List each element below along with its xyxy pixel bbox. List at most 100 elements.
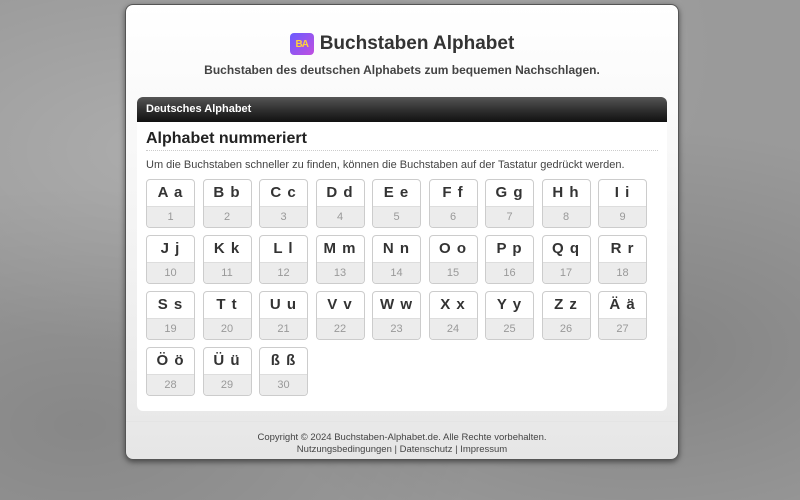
letter-tile[interactable]: L l 12: [259, 235, 308, 284]
letter-number: 5: [373, 206, 420, 227]
letter-label: U u: [269, 296, 298, 313]
letter-number: 3: [260, 206, 307, 227]
panel-body: Alphabet nummeriert Um die Buchstaben sc…: [137, 122, 667, 396]
copyright-text: Copyright © 2024 Buchstaben-Alphabet.de.…: [257, 432, 547, 443]
main-card: BA Buchstaben Alphabet Buchstaben des de…: [125, 4, 679, 460]
footer-separator: |: [394, 444, 397, 455]
letter-number: 26: [542, 318, 590, 339]
letter-tile[interactable]: P p 16: [485, 235, 534, 284]
site-footer: Copyright © 2024 Buchstaben-Alphabet.de.…: [126, 421, 678, 456]
letter-tile[interactable]: J j 10: [146, 235, 195, 284]
letter-label: W w: [380, 296, 413, 313]
letter-number: 27: [599, 318, 646, 339]
letter-tile[interactable]: T t 20: [202, 291, 252, 340]
letter-number: 21: [260, 318, 307, 339]
letter-number: 29: [203, 374, 251, 395]
section-title: Alphabet nummeriert: [146, 130, 658, 151]
letter-number: 24: [429, 318, 477, 339]
letter-label: S s: [157, 296, 184, 313]
letter-label: O o: [439, 240, 467, 257]
letter-tile[interactable]: Y y 25: [485, 291, 534, 340]
letter-number: 6: [429, 206, 477, 227]
title-row: BA Buchstaben Alphabet: [126, 33, 678, 55]
letter-label: M m: [323, 240, 357, 257]
letter-number: 16: [486, 262, 533, 283]
letter-tile[interactable]: Z z 26: [541, 291, 591, 340]
letter-label: L l: [273, 240, 294, 257]
letter-tile[interactable]: Ü ü 29: [202, 347, 252, 396]
letter-number: 22: [316, 318, 364, 339]
section-description: Um die Buchstaben schneller zu finden, k…: [146, 159, 625, 171]
letter-tile[interactable]: M m 13: [315, 235, 365, 284]
letter-number: 13: [316, 262, 364, 283]
letter-label: A a: [157, 184, 184, 201]
letter-number: 25: [486, 318, 533, 339]
letter-label: E e: [383, 184, 410, 201]
letter-number: 30: [260, 374, 307, 395]
letter-tile[interactable]: W w 23: [372, 291, 421, 340]
letter-tile[interactable]: C c 3: [259, 179, 308, 228]
letter-label: F f: [442, 184, 464, 201]
letter-number: 19: [147, 318, 194, 339]
letter-tile[interactable]: E e 5: [372, 179, 421, 228]
letter-tile[interactable]: Ä ä 27: [598, 291, 647, 340]
letter-tile[interactable]: U u 21: [259, 291, 308, 340]
letter-tile[interactable]: K k 11: [202, 235, 252, 284]
letter-tile[interactable]: S s 19: [146, 291, 195, 340]
letter-label: K k: [213, 240, 241, 257]
letter-label: Ä ä: [609, 296, 636, 313]
letter-label: V v: [327, 296, 353, 313]
letter-tile[interactable]: D d 4: [315, 179, 365, 228]
letter-tile[interactable]: ß ß 30: [259, 347, 308, 396]
letter-label: R r: [610, 240, 635, 257]
letter-tile[interactable]: R r 18: [598, 235, 647, 284]
letter-number: 7: [486, 206, 533, 227]
site-logo-icon[interactable]: BA: [289, 33, 314, 55]
letter-label: D d: [326, 184, 354, 201]
letter-label: N n: [382, 240, 411, 257]
letter-number: 9: [599, 206, 646, 227]
letter-number: 23: [373, 318, 420, 339]
site-title[interactable]: Buchstaben Alphabet: [320, 33, 515, 55]
letter-tile[interactable]: G g 7: [485, 179, 534, 228]
letter-label: Y y: [496, 296, 523, 313]
letter-tile[interactable]: Ö ö 28: [146, 347, 195, 396]
letter-number: 11: [203, 262, 251, 283]
letter-label: X x: [440, 296, 466, 313]
imprint-link[interactable]: Impressum: [460, 444, 507, 455]
letter-tile[interactable]: X x 24: [428, 291, 478, 340]
letter-label: Z z: [554, 296, 578, 313]
letter-label: I i: [614, 184, 631, 201]
letter-number: 18: [599, 262, 646, 283]
letter-tile[interactable]: A a 1: [146, 179, 195, 228]
letter-label: C c: [270, 184, 297, 201]
letter-label: Ö ö: [156, 352, 185, 369]
letter-label: Ü ü: [213, 352, 241, 369]
alphabet-panel: Deutsches Alphabet Alphabet nummeriert U…: [137, 97, 667, 411]
letter-number: 1: [147, 206, 194, 227]
letter-number: 14: [373, 262, 420, 283]
letter-number: 2: [203, 206, 251, 227]
letter-tile[interactable]: O o 15: [428, 235, 478, 284]
letter-tile[interactable]: N n 14: [372, 235, 421, 284]
letter-number: 20: [203, 318, 251, 339]
terms-link[interactable]: Nutzungsbedingungen: [297, 444, 392, 455]
letter-tile[interactable]: F f 6: [428, 179, 478, 228]
letter-tile[interactable]: Q q 17: [541, 235, 591, 284]
footer-separator: |: [455, 444, 458, 455]
privacy-link[interactable]: Datenschutz: [400, 444, 453, 455]
letter-number: 4: [316, 206, 364, 227]
letter-number: 12: [260, 262, 307, 283]
letter-tile[interactable]: I i 9: [598, 179, 647, 228]
letter-number: 28: [147, 374, 194, 395]
letter-label: Q q: [552, 240, 580, 257]
panel-heading: Deutsches Alphabet: [137, 97, 667, 122]
letter-number: 17: [542, 262, 590, 283]
letter-number: 10: [147, 262, 194, 283]
letter-label: H h: [552, 184, 580, 201]
letter-label: T t: [216, 296, 238, 313]
site-subtitle: Buchstaben des deutschen Alphabets zum b…: [204, 63, 600, 77]
letter-tile[interactable]: V v 22: [315, 291, 365, 340]
letter-tile[interactable]: B b 2: [202, 179, 252, 228]
letter-tile[interactable]: H h 8: [541, 179, 591, 228]
